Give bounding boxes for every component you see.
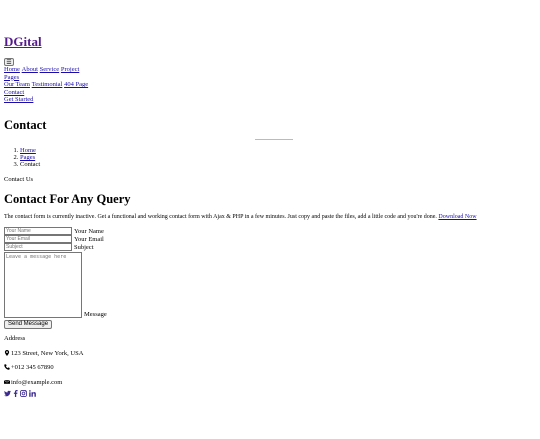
facebook-icon: [13, 390, 18, 398]
email-row: Your Email: [4, 235, 536, 244]
title-divider: [255, 139, 293, 141]
form-note: The contact form is currently inactive. …: [4, 214, 536, 221]
nav-item-home[interactable]: Home: [4, 66, 20, 73]
instagram-icon: [20, 390, 27, 398]
linkedin-link[interactable]: [29, 390, 36, 398]
name-input[interactable]: [4, 227, 72, 236]
nav-dropdown-pages[interactable]: Pages: [4, 74, 19, 81]
message-row: Message: [4, 252, 536, 319]
contact-form: Your Name Your Email Subject Message Sen…: [4, 227, 536, 330]
contact-info: Address 123 Street, New York, USA +012 3…: [4, 335, 536, 398]
section-label: Contact Us: [4, 176, 34, 184]
page: DGital ☰ Home About Service Project Page…: [0, 34, 540, 398]
map-marker-icon: [4, 349, 10, 356]
breadcrumb-item-pages: Pages: [20, 154, 536, 161]
social-links: [4, 390, 536, 398]
name-row: Your Name: [4, 227, 536, 236]
nav-item-about[interactable]: About: [22, 66, 38, 73]
get-started-link[interactable]: Get Started: [4, 96, 33, 103]
nav-item-our-team[interactable]: Our Team: [4, 81, 30, 88]
nav-item-404[interactable]: 404 Page: [64, 81, 88, 88]
facebook-link[interactable]: [13, 390, 18, 398]
nav-item-project[interactable]: Project: [61, 66, 79, 73]
breadcrumb: Home Pages Contact: [4, 147, 536, 168]
linkedin-icon: [29, 390, 36, 398]
brand-link[interactable]: DGital: [4, 34, 42, 49]
phone-icon: [4, 364, 10, 371]
address-line: 123 Street, New York, USA: [4, 349, 536, 357]
brand-logo: DGital: [4, 34, 536, 49]
name-label: Your Name: [74, 227, 104, 235]
breadcrumb-link-home[interactable]: Home: [20, 147, 36, 154]
send-message-button[interactable]: Send Message: [4, 320, 53, 330]
navbar-toggle-button[interactable]: ☰: [4, 58, 14, 66]
subject-label: Subject: [74, 243, 94, 251]
section-title: Contact For Any Query: [4, 192, 131, 207]
nav-row-primary: Home About Service Project: [4, 66, 536, 74]
breadcrumb-link-pages[interactable]: Pages: [20, 154, 35, 161]
instagram-link[interactable]: [20, 390, 27, 398]
email-text: info@example.com: [11, 378, 63, 386]
nav-item-service[interactable]: Service: [40, 66, 60, 73]
page-title: Contact: [4, 118, 47, 133]
message-textarea[interactable]: [4, 252, 82, 319]
breadcrumb-item-home: Home: [20, 147, 536, 154]
message-label: Message: [84, 311, 107, 319]
form-note-text: The contact form is currently inactive. …: [4, 214, 437, 221]
twitter-link[interactable]: [4, 390, 11, 397]
nav-row-cta: Get Started: [4, 96, 536, 104]
email-label: Your Email: [74, 235, 104, 243]
twitter-icon: [4, 391, 11, 397]
address-text: 123 Street, New York, USA: [11, 349, 84, 357]
address-label: Address: [4, 335, 26, 343]
email-input[interactable]: [4, 235, 72, 244]
nav-item-contact[interactable]: Contact: [4, 89, 24, 96]
download-now-link[interactable]: Download Now: [438, 214, 476, 220]
nav-row-subpages: Our Team Testimonial 404 Page: [4, 81, 536, 89]
phone-text: +012 345 67890: [11, 364, 54, 372]
nav-row-contact: Contact: [4, 89, 536, 97]
main-nav: Home About Service Project Pages Our Tea…: [4, 66, 536, 104]
nav-item-testimonial[interactable]: Testimonial: [32, 81, 63, 88]
phone-line: +012 345 67890: [4, 364, 536, 371]
subject-row: Subject: [4, 243, 536, 252]
envelope-icon: [4, 379, 10, 384]
breadcrumb-item-contact: Contact: [20, 161, 536, 168]
email-line: info@example.com: [4, 379, 536, 386]
subject-input[interactable]: [4, 243, 72, 252]
